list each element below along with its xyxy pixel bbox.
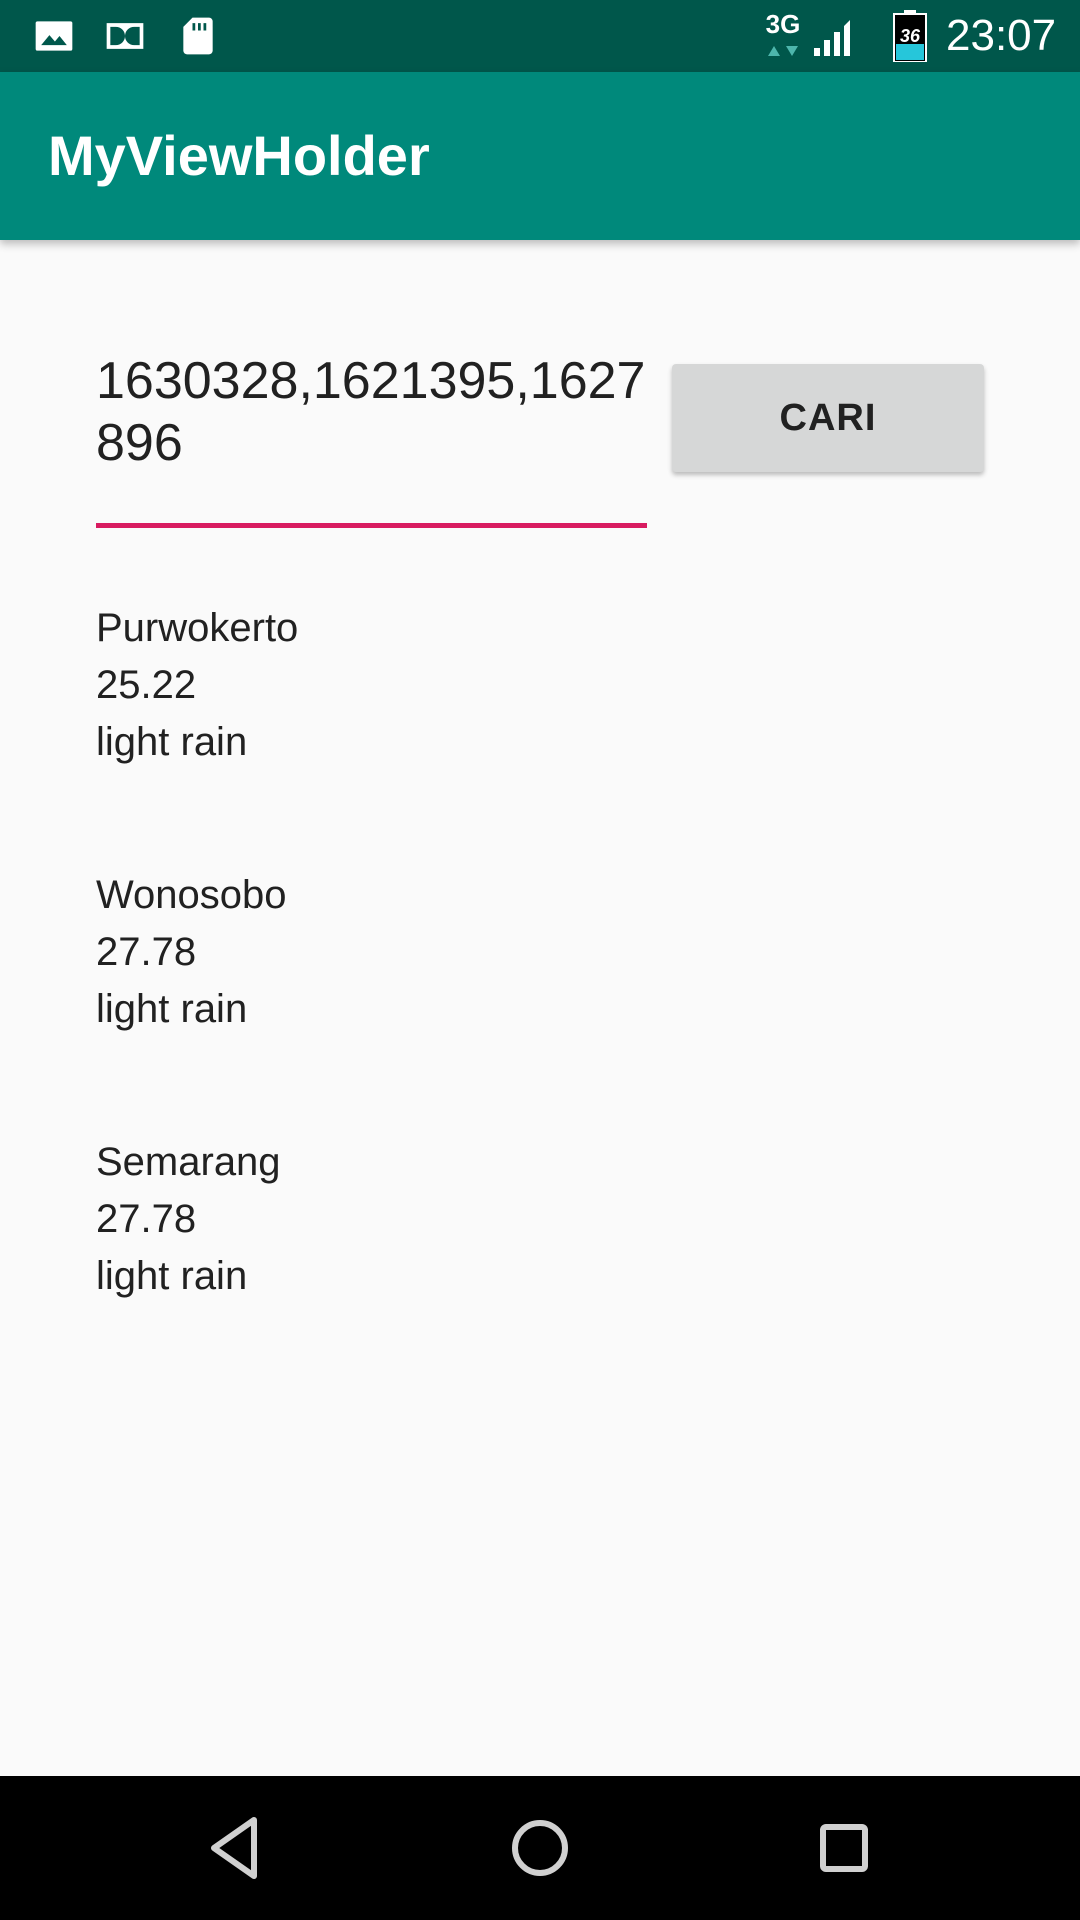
temperature: 27.78 <box>96 930 197 974</box>
signal-icon <box>810 12 858 60</box>
input-underline <box>96 523 647 528</box>
home-icon[interactable] <box>500 1808 580 1888</box>
temperature: 27.78 <box>96 1197 197 1241</box>
recents-icon[interactable] <box>804 1808 884 1888</box>
weather-list: Purwokerto 25.22 light rain Wonosobo 27.… <box>96 600 896 1401</box>
back-icon[interactable] <box>196 1808 276 1888</box>
list-item: Purwokerto 25.22 light rain <box>96 600 896 867</box>
image-icon <box>32 14 76 58</box>
battery-level: 36 <box>899 26 921 46</box>
navigation-bar <box>0 1776 1080 1920</box>
city-name: Wonosobo <box>96 873 287 917</box>
weather-description: light rain <box>96 1254 248 1298</box>
city-ids-input[interactable]: 1630328,1621395,1627896 <box>96 350 646 530</box>
dolby-icon <box>103 14 147 58</box>
city-name: Semarang <box>96 1140 281 1184</box>
weather-description: light rain <box>96 987 248 1031</box>
network-activity-icon <box>762 42 804 58</box>
list-item: Wonosobo 27.78 light rain <box>96 867 896 1134</box>
sd-card-icon <box>176 14 220 58</box>
app-bar: MyViewHolder <box>0 72 1080 240</box>
weather-description: light rain <box>96 720 248 764</box>
status-bar: 3G 36 23:07 <box>0 0 1080 72</box>
search-button[interactable]: CARI <box>672 364 984 472</box>
list-item: Semarang 27.78 light rain <box>96 1134 896 1401</box>
clock: 23:07 <box>946 11 1057 60</box>
app-title: MyViewHolder <box>48 124 430 187</box>
city-name: Purwokerto <box>96 606 299 650</box>
temperature: 25.22 <box>96 663 197 707</box>
